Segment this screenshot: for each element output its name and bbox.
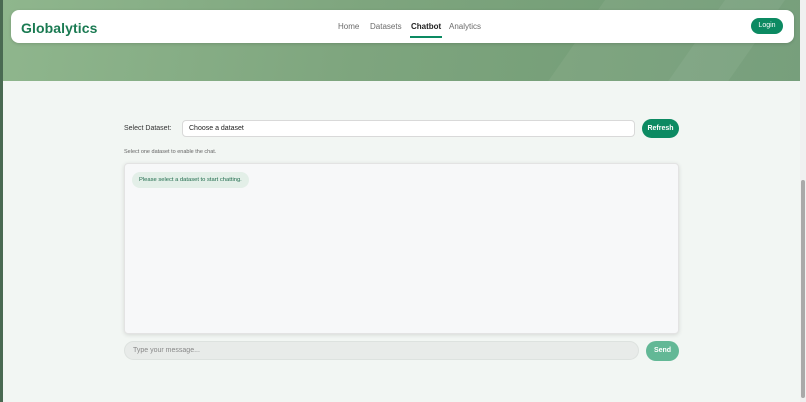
bot-message: Please select a dataset to start chattin… — [132, 172, 249, 188]
send-button[interactable]: Send — [646, 341, 679, 361]
message-input[interactable] — [124, 341, 639, 360]
scrollbar-thumb[interactable] — [801, 180, 805, 398]
login-button[interactable]: Login — [751, 18, 783, 34]
browser-window: Globalytics Home Datasets Chatbot Analyt… — [3, 0, 800, 402]
dataset-hint: Select one dataset to enable the chat. — [124, 149, 217, 155]
refresh-button[interactable]: Refresh — [642, 119, 679, 138]
nav-chatbot[interactable]: Chatbot — [409, 22, 443, 38]
nav-home[interactable]: Home — [338, 22, 359, 31]
dataset-select[interactable]: Choose a dataset — [182, 120, 635, 137]
page-scrollbar[interactable] — [800, 0, 806, 402]
brand-logo[interactable]: Globalytics — [21, 20, 98, 36]
nav-datasets[interactable]: Datasets — [370, 22, 402, 31]
top-navbar: Globalytics Home Datasets Chatbot Analyt… — [11, 10, 794, 43]
select-dataset-label: Select Dataset: — [124, 125, 172, 132]
nav-analytics[interactable]: Analytics — [449, 22, 481, 31]
chat-window: Please select a dataset to start chattin… — [124, 163, 679, 334]
